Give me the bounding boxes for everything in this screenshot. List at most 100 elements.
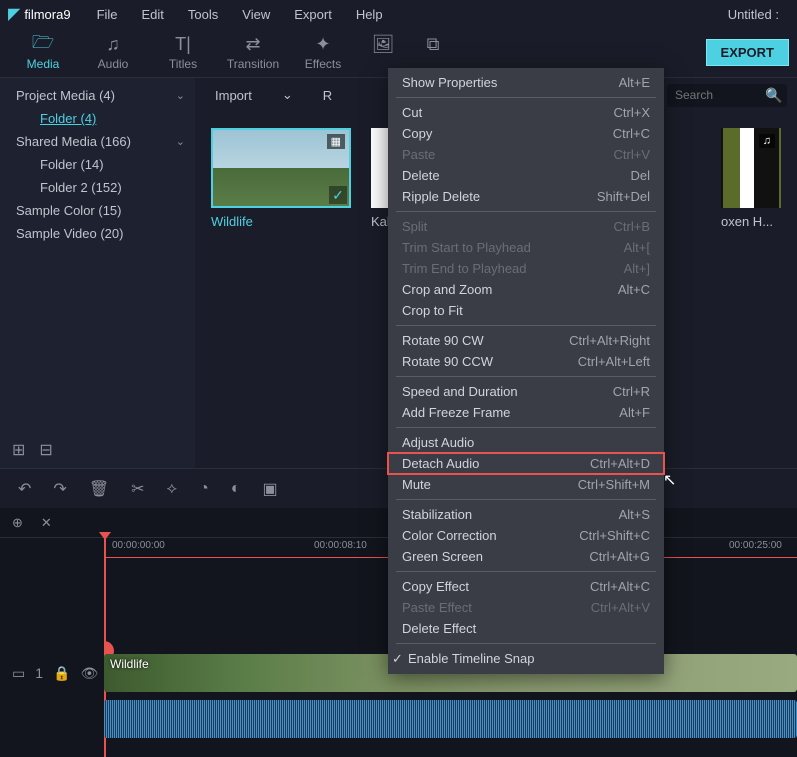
menu-edit[interactable]: Edit: [130, 3, 176, 26]
menu-item-label: Trim Start to Playhead: [402, 240, 624, 255]
tab-transition[interactable]: ⇄Transition: [218, 31, 288, 75]
screenshot-icon[interactable]: ▣: [262, 479, 277, 499]
menu-separator: [396, 97, 656, 98]
media-thumb[interactable]: ♫ oxen H...: [721, 128, 781, 229]
menu-export[interactable]: Export: [282, 3, 344, 26]
menu-item-rotate-90-cw[interactable]: Rotate 90 CWCtrl+Alt+Right: [388, 330, 664, 351]
menu-item-shortcut: Ctrl+V: [614, 147, 650, 162]
tree-item[interactable]: Folder (4): [0, 107, 195, 130]
audio-track: [0, 696, 797, 742]
delete-icon[interactable]: 🗑: [89, 479, 109, 499]
tree-item[interactable]: Sample Video (20): [0, 222, 195, 245]
menu-item-show-properties[interactable]: Show PropertiesAlt+E: [388, 72, 664, 93]
menu-item-label: Split: [402, 219, 614, 234]
search-icon: 🔍: [765, 87, 782, 104]
record-button[interactable]: R: [323, 88, 332, 103]
menu-item-label: Copy: [402, 126, 613, 141]
thumb-badge-icon: ♫: [759, 134, 775, 148]
document-title: Untitled :: [728, 7, 789, 22]
menu-item-detach-audio[interactable]: Detach AudioCtrl+Alt+D: [388, 453, 664, 474]
menu-item-label: Stabilization: [402, 507, 619, 522]
tree-item[interactable]: Folder 2 (152): [0, 176, 195, 199]
menu-item-shortcut: Ctrl+Alt+Left: [578, 354, 650, 369]
tab-titles[interactable]: T|Titles: [148, 31, 218, 75]
menu-separator: [396, 376, 656, 377]
menu-item-trim-end-to-playhead: Trim End to PlayheadAlt+]: [388, 258, 664, 279]
menu-item-copy-effect[interactable]: Copy EffectCtrl+Alt+C: [388, 576, 664, 597]
menu-help[interactable]: Help: [344, 3, 395, 26]
menu-item-label: Show Properties: [402, 75, 619, 90]
menu-item-label: Detach Audio: [402, 456, 590, 471]
chevron-down-icon: ⌄: [282, 87, 293, 103]
menu-item-label: Green Screen: [402, 549, 589, 564]
speed-icon[interactable]: ◔: [199, 480, 209, 498]
media-thumb[interactable]: ▦ ✓ Wildlife: [211, 128, 351, 229]
tree-item[interactable]: Project Media (4)⌄: [0, 84, 195, 107]
menu-item-shortcut: Ctrl+Alt+C: [590, 579, 650, 594]
tab-media[interactable]: 🗁Media: [8, 31, 78, 75]
menu-item-rotate-90-ccw[interactable]: Rotate 90 CCWCtrl+Alt+Left: [388, 351, 664, 372]
audio-clip[interactable]: [104, 700, 797, 738]
menu-item-mute[interactable]: MuteCtrl+Shift+M: [388, 474, 664, 495]
menu-item-label: Delete Effect: [402, 621, 650, 636]
waveform: [104, 700, 797, 738]
menu-separator: [396, 643, 656, 644]
color-icon[interactable]: ◐: [231, 480, 241, 498]
menu-item-label: Speed and Duration: [402, 384, 613, 399]
tree-label: Folder 2 (152): [40, 180, 122, 195]
tree-label: Project Media (4): [16, 88, 115, 103]
menu-item-paste-effect: Paste EffectCtrl+Alt+V: [388, 597, 664, 618]
thumb-label: oxen H...: [721, 214, 781, 229]
menu-item-green-screen[interactable]: Green ScreenCtrl+Alt+G: [388, 546, 664, 567]
menu-item-add-freeze-frame[interactable]: Add Freeze FrameAlt+F: [388, 402, 664, 423]
export-button[interactable]: EXPORT: [706, 39, 789, 66]
tree-item[interactable]: Shared Media (166)⌄: [0, 130, 195, 153]
snap-icon[interactable]: ✕: [41, 515, 52, 531]
menu-item-adjust-audio[interactable]: Adjust Audio: [388, 432, 664, 453]
menu-item-enable-timeline-snap[interactable]: ✓Enable Timeline Snap: [388, 648, 664, 670]
menu-item-label: Color Correction: [402, 528, 579, 543]
tree-label: Folder (4): [40, 111, 96, 126]
cut-icon[interactable]: ✂: [131, 479, 144, 499]
menu-item-color-correction[interactable]: Color CorrectionCtrl+Shift+C: [388, 525, 664, 546]
menu-item-shortcut: Alt+E: [619, 75, 650, 90]
menu-item-shortcut: Shift+Del: [597, 189, 650, 204]
menu-tools[interactable]: Tools: [176, 3, 230, 26]
menu-item-copy[interactable]: CopyCtrl+C: [388, 123, 664, 144]
new-folder-icon[interactable]: ⊞: [12, 440, 25, 460]
tab-audio[interactable]: ♫Audio: [78, 31, 148, 75]
tab-effects[interactable]: ✦Effects: [288, 31, 358, 75]
menu-separator: [396, 427, 656, 428]
add-marker-icon[interactable]: ⊕: [12, 515, 23, 531]
redo-icon[interactable]: ↷: [53, 479, 66, 499]
menu-item-crop-to-fit[interactable]: Crop to Fit: [388, 300, 664, 321]
search-input[interactable]: [675, 88, 765, 102]
menu-item-cut[interactable]: CutCtrl+X: [388, 102, 664, 123]
import-label: Import: [215, 88, 252, 103]
delete-folder-icon[interactable]: ⊟: [39, 440, 52, 460]
menu-item-label: Adjust Audio: [402, 435, 650, 450]
menu-item-delete[interactable]: DeleteDel: [388, 165, 664, 186]
search-box[interactable]: 🔍: [667, 84, 787, 107]
menu-item-shortcut: Alt+C: [618, 282, 650, 297]
menu-item-stabilization[interactable]: StabilizationAlt+S: [388, 504, 664, 525]
menu-item-crop-and-zoom[interactable]: Crop and ZoomAlt+C: [388, 279, 664, 300]
menu-view[interactable]: View: [230, 3, 282, 26]
import-button[interactable]: Import ⌄: [205, 83, 303, 107]
sidebar-actions: ⊞ ⊟: [12, 440, 53, 460]
tree-item[interactable]: Sample Color (15): [0, 199, 195, 222]
menu-file[interactable]: File: [85, 3, 130, 26]
undo-icon[interactable]: ↶: [18, 479, 31, 499]
menu-item-shortcut: Ctrl+X: [614, 105, 650, 120]
menu-item-delete-effect[interactable]: Delete Effect: [388, 618, 664, 639]
thumb-image: ▦ ✓: [211, 128, 351, 208]
menu-item-shortcut: Alt+]: [624, 261, 650, 276]
menu-item-label: Rotate 90 CW: [402, 333, 569, 348]
ruler-mark: 00:00:25:00: [729, 540, 782, 551]
crop-icon[interactable]: ⟡: [167, 480, 178, 498]
tree-item[interactable]: Folder (14): [0, 153, 195, 176]
menu-item-speed-and-duration[interactable]: Speed and DurationCtrl+R: [388, 381, 664, 402]
lock-icon[interactable]: 🔒: [53, 665, 70, 682]
visibility-icon[interactable]: 👁: [80, 665, 98, 682]
menu-item-ripple-delete[interactable]: Ripple DeleteShift+Del: [388, 186, 664, 207]
